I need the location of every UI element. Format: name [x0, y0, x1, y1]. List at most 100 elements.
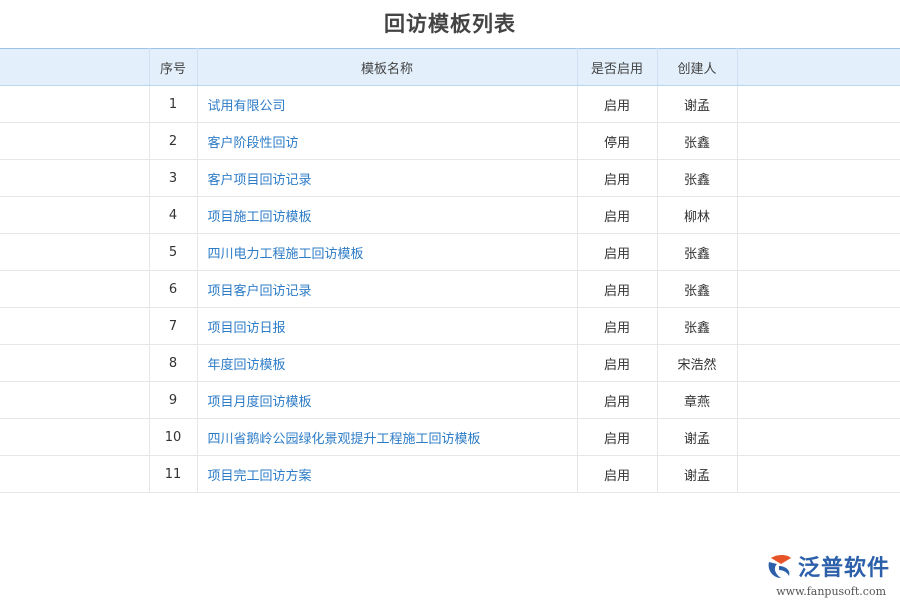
- row-blank-right-cell: [737, 234, 900, 271]
- row-template-name-cell: 客户项目回访记录: [197, 160, 577, 197]
- row-enabled-cell: 启用: [577, 419, 657, 456]
- column-header-blank-right: [737, 49, 900, 86]
- row-enabled-cell: 启用: [577, 345, 657, 382]
- row-index-cell: 10: [149, 419, 197, 456]
- template-name-link[interactable]: 年度回访模板: [208, 358, 286, 373]
- row-creator-cell: 张鑫: [657, 271, 737, 308]
- brand-logo: 泛普软件: [765, 550, 890, 582]
- row-blank-left-cell: [0, 86, 149, 123]
- row-index-cell: 3: [149, 160, 197, 197]
- column-header-enabled[interactable]: 是否启用: [577, 49, 657, 86]
- template-name-link[interactable]: 客户项目回访记录: [208, 173, 312, 188]
- row-template-name-cell: 四川省鹅岭公园绿化景观提升工程施工回访模板: [197, 419, 577, 456]
- row-template-name-cell: 项目客户回访记录: [197, 271, 577, 308]
- column-header-template-name[interactable]: 模板名称: [197, 49, 577, 86]
- row-blank-left-cell: [0, 345, 149, 382]
- column-header-blank-left: [0, 49, 149, 86]
- row-index-cell: 5: [149, 234, 197, 271]
- row-template-name-cell: 客户阶段性回访: [197, 123, 577, 160]
- fanpu-logo-icon: [765, 552, 795, 580]
- row-blank-right-cell: [737, 345, 900, 382]
- row-blank-right-cell: [737, 382, 900, 419]
- row-creator-cell: 章燕: [657, 382, 737, 419]
- template-name-link[interactable]: 项目完工回访方案: [208, 469, 312, 484]
- template-name-link[interactable]: 试用有限公司: [208, 99, 286, 114]
- row-template-name-cell: 四川电力工程施工回访模板: [197, 234, 577, 271]
- row-template-name-cell: 项目回访日报: [197, 308, 577, 345]
- row-enabled-cell: 启用: [577, 197, 657, 234]
- row-blank-right-cell: [737, 197, 900, 234]
- row-blank-left-cell: [0, 123, 149, 160]
- row-enabled-cell: 启用: [577, 271, 657, 308]
- table-row[interactable]: 2 客户阶段性回访 停用张鑫: [0, 123, 900, 160]
- row-blank-right-cell: [737, 160, 900, 197]
- row-blank-left-cell: [0, 160, 149, 197]
- row-index-cell: 11: [149, 456, 197, 493]
- row-index-cell: 9: [149, 382, 197, 419]
- table-row[interactable]: 10 四川省鹅岭公园绿化景观提升工程施工回访模板 启用谢孟: [0, 419, 900, 456]
- row-template-name-cell: 项目施工回访模板: [197, 197, 577, 234]
- row-creator-cell: 张鑫: [657, 160, 737, 197]
- template-name-link[interactable]: 四川电力工程施工回访模板: [208, 247, 364, 262]
- table-row[interactable]: 4 项目施工回访模板 启用柳林: [0, 197, 900, 234]
- brand-name: 泛普软件: [798, 550, 890, 582]
- row-enabled-cell: 启用: [577, 308, 657, 345]
- row-blank-right-cell: [737, 456, 900, 493]
- template-table: 序号 模板名称 是否启用 创建人 1试用有限公司启用谢孟2客户阶段性回访停用张鑫…: [0, 48, 900, 493]
- row-index-cell: 7: [149, 308, 197, 345]
- template-name-link[interactable]: 项目客户回访记录: [208, 284, 312, 299]
- row-blank-left-cell: [0, 456, 149, 493]
- table-header-row: 序号 模板名称 是否启用 创建人: [0, 49, 900, 86]
- row-creator-cell: 张鑫: [657, 234, 737, 271]
- row-enabled-cell: 停用: [577, 123, 657, 160]
- row-blank-left-cell: [0, 234, 149, 271]
- row-creator-cell: 宋浩然: [657, 345, 737, 382]
- template-name-link[interactable]: 四川省鹅岭公园绿化景观提升工程施工回访模板: [208, 432, 481, 447]
- column-header-index[interactable]: 序号: [149, 49, 197, 86]
- template-name-link[interactable]: 项目月度回访模板: [208, 395, 312, 410]
- row-index-cell: 1: [149, 86, 197, 123]
- row-blank-right-cell: [737, 419, 900, 456]
- table-row[interactable]: 6 项目客户回访记录 启用张鑫: [0, 271, 900, 308]
- row-template-name-cell: 年度回访模板: [197, 345, 577, 382]
- template-name-link[interactable]: 项目回访日报: [208, 321, 286, 336]
- row-creator-cell: 谢孟: [657, 456, 737, 493]
- table-row[interactable]: 1试用有限公司启用谢孟: [0, 86, 900, 123]
- row-enabled-cell: 启用: [577, 160, 657, 197]
- row-blank-left-cell: [0, 382, 149, 419]
- row-template-name-cell: 项目月度回访模板: [197, 382, 577, 419]
- row-index-cell: 2: [149, 123, 197, 160]
- brand-url: www.fanpusoft.com: [776, 585, 886, 598]
- row-blank-right-cell: [737, 86, 900, 123]
- row-blank-right-cell: [737, 271, 900, 308]
- row-blank-right-cell: [737, 123, 900, 160]
- row-template-name-cell: 试用有限公司: [197, 86, 577, 123]
- row-blank-left-cell: [0, 197, 149, 234]
- table-row[interactable]: 3 客户项目回访记录 启用张鑫: [0, 160, 900, 197]
- row-blank-left-cell: [0, 271, 149, 308]
- row-index-cell: 6: [149, 271, 197, 308]
- template-name-link[interactable]: 客户阶段性回访: [208, 136, 299, 151]
- table-row[interactable]: 8 年度回访模板 启用宋浩然: [0, 345, 900, 382]
- row-index-cell: 8: [149, 345, 197, 382]
- table-row[interactable]: 11 项目完工回访方案 启用谢孟: [0, 456, 900, 493]
- row-creator-cell: 柳林: [657, 197, 737, 234]
- row-blank-left-cell: [0, 308, 149, 345]
- row-enabled-cell: 启用: [577, 382, 657, 419]
- row-index-cell: 4: [149, 197, 197, 234]
- row-creator-cell: 张鑫: [657, 308, 737, 345]
- row-template-name-cell: 项目完工回访方案: [197, 456, 577, 493]
- page-title: 回访模板列表: [0, 8, 900, 38]
- table-row[interactable]: 9 项目月度回访模板 启用章燕: [0, 382, 900, 419]
- table-row[interactable]: 7 项目回访日报 启用张鑫: [0, 308, 900, 345]
- row-enabled-cell: 启用: [577, 456, 657, 493]
- row-creator-cell: 张鑫: [657, 123, 737, 160]
- row-creator-cell: 谢孟: [657, 419, 737, 456]
- row-blank-right-cell: [737, 308, 900, 345]
- template-name-link[interactable]: 项目施工回访模板: [208, 210, 312, 225]
- row-enabled-cell: 启用: [577, 234, 657, 271]
- row-creator-cell: 谢孟: [657, 86, 737, 123]
- table-row[interactable]: 5 四川电力工程施工回访模板 启用张鑫: [0, 234, 900, 271]
- column-header-creator[interactable]: 创建人: [657, 49, 737, 86]
- row-blank-left-cell: [0, 419, 149, 456]
